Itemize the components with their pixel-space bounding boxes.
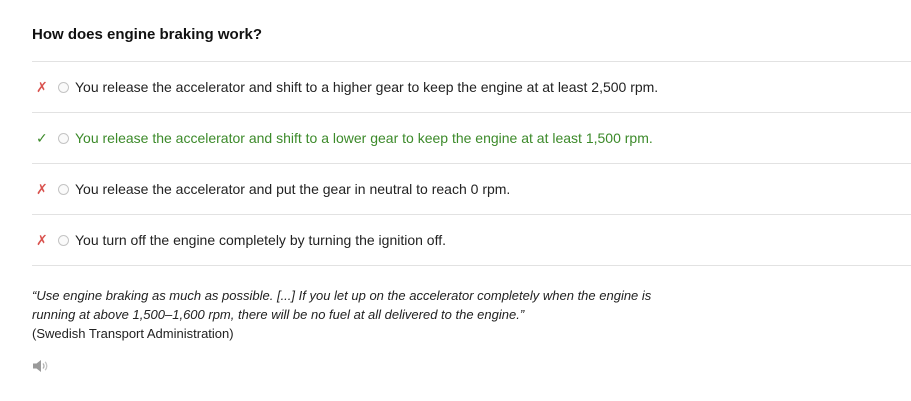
- question-title: How does engine braking work?: [32, 26, 263, 43]
- explanation: “Use engine braking as much as possible.…: [32, 286, 652, 343]
- radio-button[interactable]: [58, 132, 69, 144]
- speaker-icon[interactable]: [32, 359, 50, 373]
- answer-option-correct[interactable]: ✓ You release the accelerator and shift …: [32, 113, 911, 164]
- answer-options: ✗ You release the accelerator and shift …: [32, 61, 911, 266]
- radio-button[interactable]: [58, 234, 69, 246]
- answer-option-text: You release the accelerator and put the …: [75, 181, 511, 197]
- answer-option-text: You turn off the engine completely by tu…: [75, 232, 446, 248]
- answer-option[interactable]: ✗ You release the accelerator and put th…: [32, 164, 911, 215]
- radio-button[interactable]: [58, 81, 69, 93]
- check-mark-icon: ✓: [36, 130, 48, 146]
- answer-option-text: You release the accelerator and shift to…: [75, 130, 653, 146]
- explanation-source: (Swedish Transport Administration): [32, 326, 234, 341]
- answer-option[interactable]: ✗ You turn off the engine completely by …: [32, 215, 911, 266]
- explanation-quote: “Use engine braking as much as possible.…: [32, 288, 652, 322]
- answer-option[interactable]: ✗ You release the accelerator and shift …: [32, 62, 911, 113]
- wrong-mark-icon: ✗: [36, 232, 48, 248]
- wrong-mark-icon: ✗: [36, 79, 48, 95]
- radio-button[interactable]: [58, 183, 69, 195]
- wrong-mark-icon: ✗: [36, 181, 48, 197]
- answer-option-text: You release the accelerator and shift to…: [75, 79, 659, 95]
